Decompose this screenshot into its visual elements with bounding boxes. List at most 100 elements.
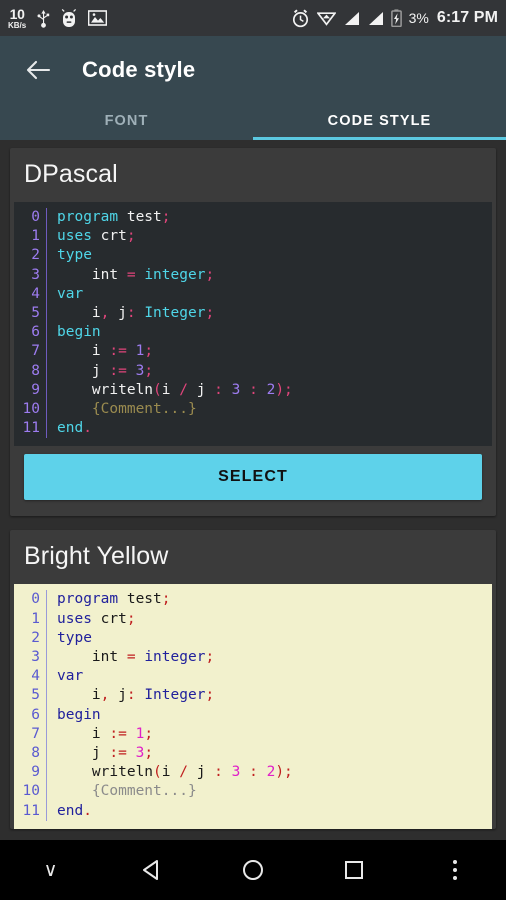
theme-list[interactable]: DPascal 01234567891011 program test;uses… — [0, 140, 506, 840]
network-speed-indicator: 10 KB/s — [8, 7, 26, 30]
signal-icon-1 — [343, 11, 360, 26]
line-number: 3 — [20, 266, 40, 285]
code-line: program test; — [57, 208, 492, 227]
code-lines: program test;uses crt;type int = integer… — [47, 208, 492, 438]
overflow-dots-icon — [453, 860, 457, 880]
line-number: 0 — [20, 590, 40, 609]
battery-charging-icon — [391, 9, 402, 27]
line-number: 0 — [20, 208, 40, 227]
line-number: 7 — [20, 342, 40, 361]
line-number: 1 — [20, 610, 40, 629]
tab-bar: FONT CODE STYLE — [0, 104, 506, 140]
code-line: writeln(i / j : 3 : 2); — [57, 763, 492, 782]
line-number-gutter: 01234567891011 — [14, 590, 46, 820]
recents-button[interactable] — [304, 840, 405, 900]
status-bar-right: 3% 6:17 PM — [291, 9, 498, 28]
back-button[interactable] — [14, 46, 62, 94]
line-number: 2 — [20, 246, 40, 265]
code-line: {Comment...} — [57, 782, 492, 801]
code-lines: program test;uses crt;type int = integer… — [47, 590, 492, 820]
line-number: 8 — [20, 744, 40, 763]
navigation-bar: ∨ — [0, 840, 506, 900]
recents-square-icon — [343, 859, 365, 881]
alarm-icon — [291, 9, 310, 28]
line-number: 5 — [20, 686, 40, 705]
status-bar: 10 KB/s — [0, 0, 506, 36]
clock: 6:17 PM — [437, 9, 498, 27]
code-line: type — [57, 629, 492, 648]
battery-percent: 3% — [409, 10, 429, 26]
line-number: 11 — [20, 802, 40, 821]
code-preview: 01234567891011 program test;uses crt;typ… — [14, 202, 492, 446]
line-number: 6 — [20, 706, 40, 725]
code-line: begin — [57, 323, 492, 342]
code-line: i := 1; — [57, 342, 492, 361]
signal-icon-2 — [367, 11, 384, 26]
select-button-wrapper: SELECT — [10, 446, 496, 516]
code-line: i := 1; — [57, 725, 492, 744]
tab-code-style[interactable]: CODE STYLE — [253, 104, 506, 140]
line-number: 2 — [20, 629, 40, 648]
code-line: uses crt; — [57, 227, 492, 246]
line-number: 11 — [20, 419, 40, 438]
code-preview-wrapper: 01234567891011 program test;uses crt;typ… — [14, 584, 492, 828]
line-number: 5 — [20, 304, 40, 323]
code-line: {Comment...} — [57, 400, 492, 419]
app-bar: Code style FONT CODE STYLE — [0, 36, 506, 140]
line-number: 4 — [20, 285, 40, 304]
overflow-menu-button[interactable] — [405, 840, 506, 900]
network-speed-unit: KB/s — [8, 22, 26, 30]
code-line: uses crt; — [57, 610, 492, 629]
line-number: 9 — [20, 763, 40, 782]
wifi-icon — [317, 10, 336, 26]
code-preview: 01234567891011 program test;uses crt;typ… — [14, 584, 492, 828]
code-line: j := 3; — [57, 362, 492, 381]
line-number: 10 — [20, 782, 40, 801]
usb-icon — [37, 9, 50, 28]
home-circle-icon — [241, 858, 265, 882]
code-line: j := 3; — [57, 744, 492, 763]
code-line: var — [57, 667, 492, 686]
code-line: type — [57, 246, 492, 265]
theme-card[interactable]: Bright Yellow 01234567891011 program tes… — [10, 530, 496, 828]
arrow-left-icon — [25, 59, 51, 81]
home-button[interactable] — [202, 840, 303, 900]
line-number: 10 — [20, 400, 40, 419]
code-preview-wrapper: 01234567891011 program test;uses crt;typ… — [14, 202, 492, 446]
back-nav-button[interactable] — [101, 840, 202, 900]
code-line: i, j: Integer; — [57, 686, 492, 705]
page-title: Code style — [82, 57, 195, 83]
line-number-gutter: 01234567891011 — [14, 208, 46, 438]
code-line: end. — [57, 802, 492, 821]
tab-code-style-label: CODE STYLE — [328, 113, 432, 129]
chevron-down-icon: ∨ — [44, 859, 58, 881]
line-number: 7 — [20, 725, 40, 744]
network-speed-value: 10 — [10, 7, 25, 21]
image-icon — [88, 10, 107, 26]
code-line: writeln(i / j : 3 : 2); — [57, 381, 492, 400]
code-line: end. — [57, 419, 492, 438]
tab-font[interactable]: FONT — [0, 104, 253, 140]
android-robot-icon — [61, 9, 77, 28]
app-bar-row: Code style — [0, 36, 506, 104]
code-line: i, j: Integer; — [57, 304, 492, 323]
code-line: int = integer; — [57, 266, 492, 285]
theme-name: DPascal — [10, 148, 496, 202]
line-number: 9 — [20, 381, 40, 400]
theme-card[interactable]: DPascal 01234567891011 program test;uses… — [10, 148, 496, 516]
select-button[interactable]: SELECT — [24, 454, 482, 500]
line-number: 8 — [20, 362, 40, 381]
back-triangle-icon — [140, 858, 164, 882]
line-number: 4 — [20, 667, 40, 686]
line-number: 3 — [20, 648, 40, 667]
status-bar-left: 10 KB/s — [8, 7, 107, 30]
hide-keyboard-button[interactable]: ∨ — [0, 840, 101, 900]
code-line: var — [57, 285, 492, 304]
line-number: 6 — [20, 323, 40, 342]
code-line: begin — [57, 706, 492, 725]
code-line: program test; — [57, 590, 492, 609]
code-line: int = integer; — [57, 648, 492, 667]
theme-name: Bright Yellow — [10, 530, 496, 584]
line-number: 1 — [20, 227, 40, 246]
phone-screen: 10 KB/s — [0, 0, 506, 900]
